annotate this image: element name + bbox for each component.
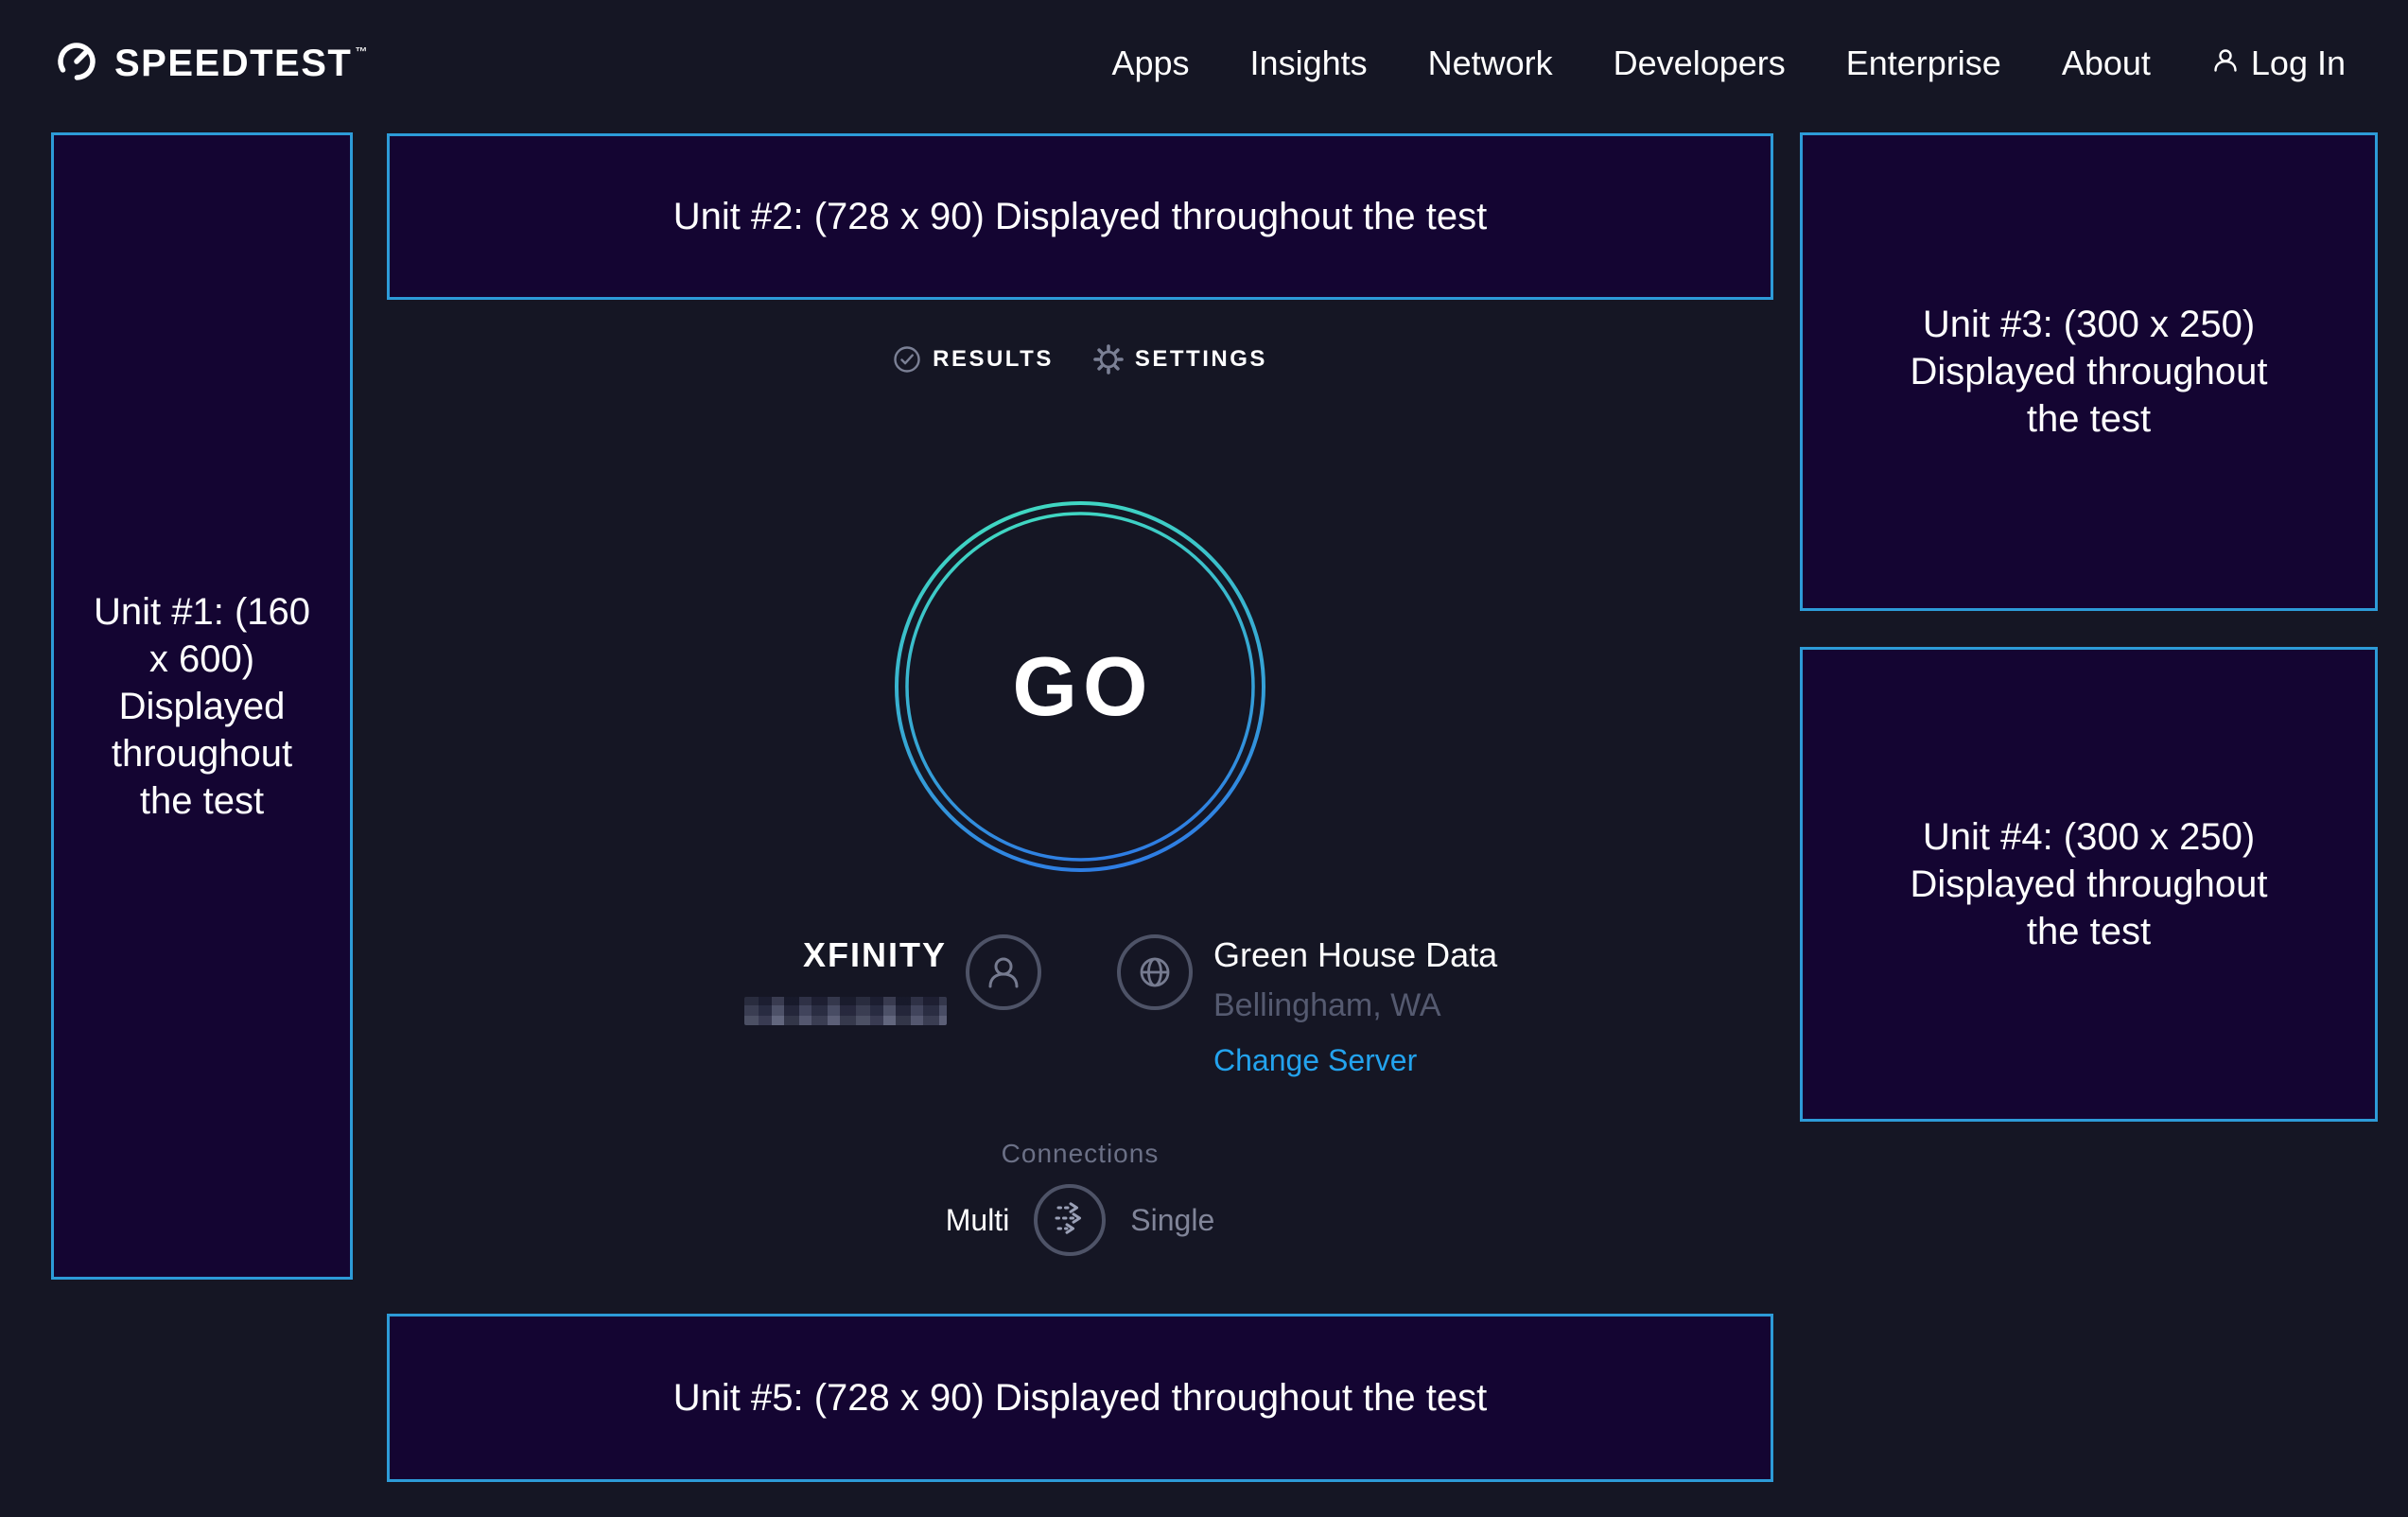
check-circle-icon <box>893 345 921 374</box>
results-settings-tabs: RESULTS SETTING <box>387 344 1773 375</box>
nav-item-enterprise[interactable]: Enterprise <box>1846 44 2001 83</box>
tab-results-label: RESULTS <box>933 346 1054 373</box>
go-label: GO <box>894 500 1266 873</box>
server-location: Bellingham, WA <box>1213 987 1441 1024</box>
speedtest-logo[interactable]: SPEEDTEST ™ <box>54 39 369 89</box>
tab-settings-label: SETTINGS <box>1135 346 1267 373</box>
isp-group: XFINITY <box>387 934 1080 1078</box>
login-button[interactable]: Log In <box>2211 44 2346 83</box>
top-nav-bar: SPEEDTEST ™ Apps Insights Network Develo… <box>0 0 2408 127</box>
ad-unit-2-leaderboard: Unit #2: (728 x 90) Displayed throughout… <box>387 133 1773 300</box>
go-button[interactable]: GO <box>894 500 1266 873</box>
connection-meta-row: XFINITY Green House Data Belling <box>387 934 1773 1078</box>
connections-toggle-row: Multi Single <box>387 1184 1773 1256</box>
server-text-block: Green House Data Bellingham, WA Change S… <box>1213 934 1497 1078</box>
isp-name: XFINITY <box>803 934 947 976</box>
multi-arrows-icon <box>1049 1197 1091 1244</box>
ad-unit-1-skyscraper: Unit #1: (160 x 600) Displayed throughou… <box>51 132 353 1280</box>
nav-item-about[interactable]: About <box>2062 44 2151 83</box>
ad-unit-5-leaderboard: Unit #5: (728 x 90) Displayed throughout… <box>387 1314 1773 1482</box>
brand-name: SPEEDTEST ™ <box>114 43 369 85</box>
main-nav: Apps Insights Network Developers Enterpr… <box>1111 44 2346 83</box>
connections-option-single[interactable]: Single <box>1130 1203 1214 1238</box>
isp-text-block: XFINITY <box>744 934 947 1078</box>
ad-unit-3-text: Unit #3: (300 x 250) Displayed throughou… <box>1881 301 2297 443</box>
nav-item-network[interactable]: Network <box>1428 44 1553 83</box>
ad-unit-4-rectangle: Unit #4: (300 x 250) Displayed throughou… <box>1800 647 2378 1122</box>
multi-connection-toggle[interactable] <box>1034 1184 1106 1256</box>
tab-results[interactable]: RESULTS <box>893 345 1054 374</box>
speedtest-page: SPEEDTEST ™ Apps Insights Network Develo… <box>0 0 2408 1517</box>
trademark-symbol: ™ <box>355 44 369 59</box>
ad-unit-1-text: Unit #1: (160 x 600) Displayed throughou… <box>86 588 318 825</box>
user-icon <box>2211 44 2240 83</box>
server-globe-icon[interactable] <box>1117 934 1193 1010</box>
nav-item-insights[interactable]: Insights <box>1250 44 1368 83</box>
tab-settings[interactable]: SETTINGS <box>1093 344 1267 375</box>
ad-unit-4-text: Unit #4: (300 x 250) Displayed throughou… <box>1881 813 2297 955</box>
ad-unit-2-text: Unit #2: (728 x 90) Displayed throughout… <box>673 193 1488 240</box>
server-name: Green House Data <box>1213 934 1497 976</box>
nav-item-developers[interactable]: Developers <box>1614 44 1786 83</box>
isp-user-icon[interactable] <box>966 934 1041 1010</box>
server-group: Green House Data Bellingham, WA Change S… <box>1080 934 1773 1078</box>
change-server-link[interactable]: Change Server <box>1213 1043 1417 1078</box>
ad-unit-5-text: Unit #5: (728 x 90) Displayed throughout… <box>673 1374 1488 1421</box>
isp-ip-redacted-blur <box>744 997 947 1025</box>
login-label: Log In <box>2251 44 2346 83</box>
ad-unit-3-rectangle: Unit #3: (300 x 250) Displayed throughou… <box>1800 132 2378 611</box>
connections-option-multi[interactable]: Multi <box>946 1203 1010 1238</box>
gauge-logo-icon <box>54 39 99 89</box>
nav-item-apps[interactable]: Apps <box>1111 44 1189 83</box>
connections-heading: Connections <box>387 1139 1773 1169</box>
gear-icon <box>1093 344 1124 375</box>
